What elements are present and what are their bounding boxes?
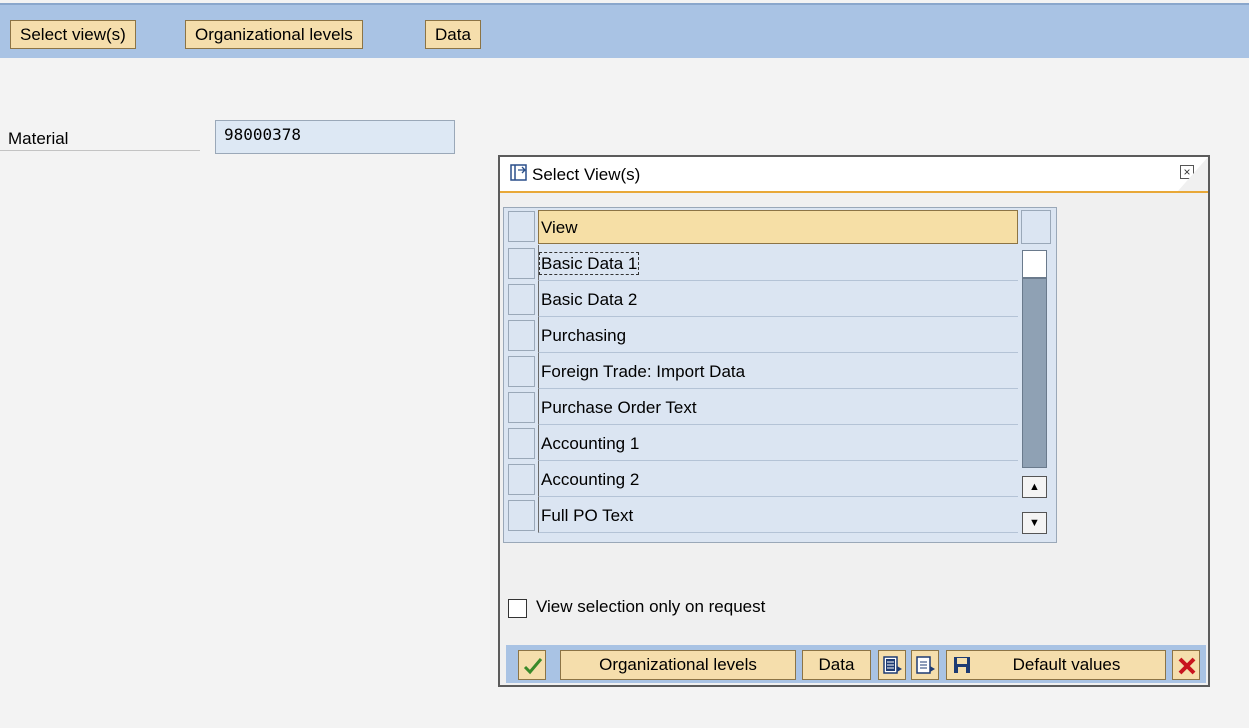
dialog-header: Select View(s) × (500, 157, 1208, 193)
header-corner (1178, 157, 1208, 191)
confirm-button[interactable] (518, 650, 546, 680)
views-table: View Basic Data 1 Basic Data 2 Purchasin… (503, 207, 1057, 543)
table-row[interactable]: Purchasing (504, 317, 1056, 353)
table-cell[interactable]: Foreign Trade: Import Data (538, 353, 1018, 389)
table-cell[interactable]: Purchase Order Text (538, 389, 1018, 425)
select-all-icon (883, 656, 902, 674)
table-header-row: View (504, 208, 1056, 244)
scroll-up-arrow-icon[interactable]: ▲ (1022, 476, 1047, 498)
row-selector[interactable] (508, 464, 535, 495)
table-row[interactable]: Accounting 2 (504, 461, 1056, 497)
organizational-levels-button[interactable]: Organizational levels (560, 650, 796, 680)
data-button[interactable]: Data (802, 650, 871, 680)
select-views-dialog: Select View(s) × View Basic Data 1 Basic… (498, 155, 1210, 687)
table-cell[interactable]: Basic Data 1 (538, 245, 1018, 281)
dialog-footer-toolbar: Organizational levels Data Default value… (506, 645, 1206, 683)
material-label: Material (8, 129, 69, 148)
table-cell[interactable]: Full PO Text (538, 497, 1018, 533)
scrollbar-top-box[interactable] (1022, 250, 1047, 278)
select-all-button[interactable] (878, 650, 906, 680)
default-values-label: Default values (1012, 655, 1121, 674)
cancel-icon (1178, 657, 1196, 675)
row-selector[interactable] (508, 500, 535, 531)
column-header-view[interactable]: View (538, 210, 1018, 244)
material-field[interactable]: 98000378 (215, 120, 455, 154)
table-row[interactable]: Full PO Text (504, 497, 1056, 533)
table-cell[interactable]: Accounting 2 (538, 461, 1018, 497)
row-selector[interactable] (508, 248, 535, 279)
row-selector[interactable] (508, 284, 535, 315)
deselect-all-button[interactable] (911, 650, 939, 680)
data-button[interactable]: Data (425, 20, 481, 49)
select-all-rows-cell[interactable] (508, 211, 535, 242)
table-row[interactable]: Accounting 1 (504, 425, 1056, 461)
table-cell[interactable]: Basic Data 2 (538, 281, 1018, 317)
view-selection-label: View selection only on request (536, 597, 766, 616)
deselect-all-icon (916, 656, 935, 674)
table-row[interactable]: Basic Data 2 (504, 281, 1056, 317)
table-row[interactable]: Purchase Order Text (504, 389, 1056, 425)
organizational-levels-button[interactable]: Organizational levels (185, 20, 363, 49)
column-settings-cell[interactable] (1021, 210, 1051, 244)
table-cell[interactable]: Purchasing (538, 317, 1018, 353)
select-views-button[interactable]: Select view(s) (10, 20, 136, 49)
table-cell[interactable]: Accounting 1 (538, 425, 1018, 461)
scroll-down-arrow-icon[interactable]: ▼ (1022, 512, 1047, 534)
scrollbar-track[interactable] (1022, 278, 1047, 468)
row-selector[interactable] (508, 320, 535, 351)
save-icon (954, 657, 970, 673)
application-toolbar: Select view(s) Organizational levels Dat… (0, 3, 1249, 58)
view-selection-checkbox[interactable] (508, 599, 527, 618)
cancel-button[interactable] (1172, 650, 1200, 680)
row-selector[interactable] (508, 428, 535, 459)
dialog-title: Select View(s) (532, 165, 641, 184)
table-row[interactable]: Foreign Trade: Import Data (504, 353, 1056, 389)
view-label: Basic Data 1 (538, 252, 640, 275)
table-row[interactable]: Basic Data 1 (504, 245, 1056, 281)
check-icon (523, 658, 543, 675)
dialog-window-icon (510, 164, 528, 182)
default-values-button[interactable]: Default values (946, 650, 1166, 680)
row-selector[interactable] (508, 392, 535, 423)
material-label-underline (0, 150, 200, 151)
row-selector[interactable] (508, 356, 535, 387)
vertical-scrollbar[interactable]: ▲ ▼ (1022, 248, 1049, 538)
